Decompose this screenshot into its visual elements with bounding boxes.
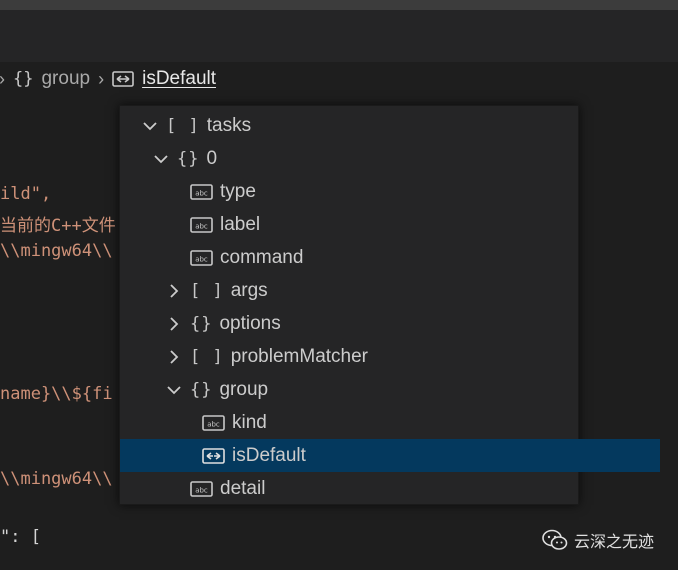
breadcrumb: › {} group › isDefault: [0, 62, 678, 96]
wechat-icon: [542, 529, 568, 550]
code-line: ": [: [0, 527, 41, 547]
outline-item-label: command: [220, 246, 304, 268]
tabs-bar: [0, 10, 678, 62]
watermark: 云深之无迹: [542, 526, 654, 554]
breadcrumb-item-group[interactable]: {} group: [13, 68, 90, 90]
array-icon: [ ]: [190, 280, 224, 301]
svg-text:abc: abc: [195, 255, 208, 263]
chevron-right-icon: ›: [98, 68, 105, 89]
outline-item-label: label: [220, 213, 261, 235]
breadcrumb-outline-popup: [ ] tasks {} 0 abc type abc label abc co…: [119, 105, 660, 505]
outline-item-isdefault[interactable]: isDefault: [120, 439, 660, 472]
outline-item-type[interactable]: abc type: [120, 175, 648, 208]
chevron-right-icon[interactable]: [164, 347, 184, 367]
chevron-down-icon[interactable]: [164, 380, 184, 400]
svg-text:abc: abc: [195, 189, 208, 197]
outline-item-label: kind: [232, 411, 267, 433]
code-line: name}\\${fi: [0, 384, 113, 404]
outline-item-label: detail: [220, 477, 266, 499]
object-icon: {}: [13, 69, 34, 89]
svg-text:abc: abc: [195, 222, 208, 230]
outline-item-tasks[interactable]: [ ] tasks: [120, 109, 598, 142]
boolean-icon: [202, 447, 226, 465]
svg-text:abc: abc: [195, 486, 208, 494]
code-line: ild",: [0, 184, 52, 204]
outline-item-label: 0: [206, 147, 218, 169]
chevron-down-icon[interactable]: [151, 149, 171, 169]
string-icon: abc: [202, 414, 226, 432]
string-icon: abc: [190, 216, 214, 234]
object-icon: {}: [190, 313, 213, 334]
breadcrumb-label: isDefault: [142, 68, 217, 89]
chevron-right-icon[interactable]: [164, 281, 184, 301]
string-icon: abc: [190, 249, 214, 267]
outline-item-label[interactable]: abc label: [120, 208, 648, 241]
outline-item-label: tasks: [206, 114, 252, 136]
breadcrumb-item-isdefault[interactable]: isDefault: [112, 68, 216, 90]
chevron-right-icon: ›: [0, 69, 5, 90]
title-bar-strip: [0, 0, 678, 10]
code-line: \\mingw64\\: [0, 241, 113, 261]
object-icon: {}: [190, 379, 213, 400]
outline-item-group[interactable]: {} group: [120, 373, 622, 406]
object-icon: {}: [177, 148, 200, 169]
outline-item-command[interactable]: abc command: [120, 241, 648, 274]
array-icon: [ ]: [166, 115, 200, 136]
outline-item-args[interactable]: [ ] args: [120, 274, 622, 307]
outline-item-options[interactable]: {} options: [120, 307, 622, 340]
array-icon: [ ]: [190, 346, 224, 367]
string-icon: abc: [190, 480, 214, 498]
outline-item-label: problemMatcher: [230, 345, 368, 367]
outline-item-label: options: [219, 312, 281, 334]
outline-item-label: isDefault: [232, 444, 306, 466]
watermark-label: 云深之无迹: [574, 534, 655, 551]
chevron-down-icon[interactable]: [140, 116, 160, 136]
outline-item-label: group: [219, 378, 269, 400]
outline-item-0[interactable]: {} 0: [120, 142, 609, 175]
string-icon: abc: [190, 183, 214, 201]
code-line: \\mingw64\\: [0, 469, 113, 489]
outline-item-label: type: [220, 180, 256, 202]
code-line: 当前的C++文件: [0, 216, 116, 236]
outline-item-kind[interactable]: abc kind: [120, 406, 660, 439]
outline-item-label: args: [230, 279, 268, 301]
breadcrumb-label: group: [41, 68, 91, 89]
chevron-right-icon[interactable]: [164, 314, 184, 334]
boolean-icon: [112, 71, 134, 87]
outline-item-detail[interactable]: abc detail: [120, 472, 648, 505]
svg-text:abc: abc: [207, 420, 220, 428]
outline-item-problemmatcher[interactable]: [ ] problemMatcher: [120, 340, 622, 373]
